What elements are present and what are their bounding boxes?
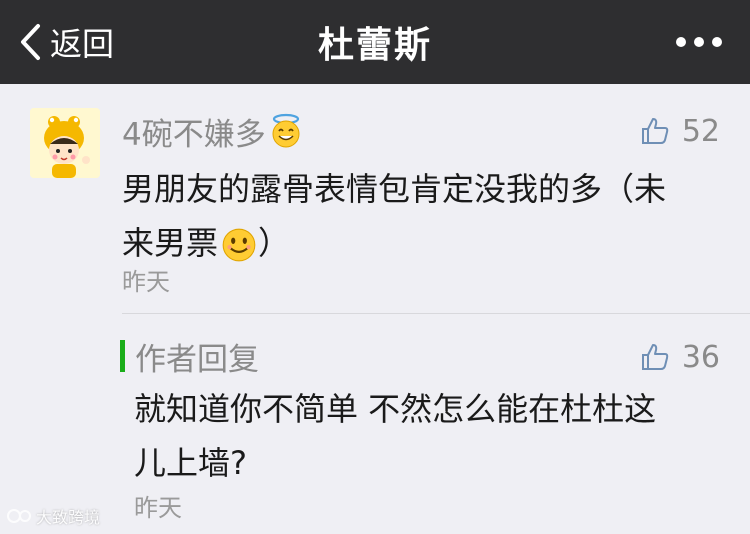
reply-like-count: 36 (681, 339, 720, 375)
reply-line: 儿上墙? (134, 444, 247, 482)
comment-line-text: 来男票 (122, 224, 219, 262)
reply-like-button[interactable]: 36 (640, 334, 720, 380)
comment-time: 昨天 (122, 268, 170, 296)
navbar: 返回 杜蕾斯 (0, 0, 750, 84)
avatar-illustration (30, 108, 100, 178)
watermark-logo-icon (7, 509, 31, 523)
avatar[interactable] (30, 108, 100, 178)
watermark: 大致跨境 (6, 504, 100, 528)
reply-text: 就知道你不简单 不然怎么能在杜杜这 儿上墙? (134, 382, 714, 490)
divider (122, 313, 750, 314)
page-title: 杜蕾斯 (317, 25, 432, 66)
comment-text: 男朋友的露骨表情包肯定没我的多（未 来男票 ） (122, 162, 712, 270)
halo-smile-emoji-icon (272, 113, 300, 148)
thumbs-up-icon (641, 344, 669, 370)
reply-label: 作者回复 (135, 341, 259, 378)
like-count: 52 (681, 113, 720, 149)
reply-time: 昨天 (134, 494, 182, 522)
author-reply-header: 作者回复 (120, 334, 259, 378)
more-dot (676, 37, 686, 47)
more-icon[interactable] (676, 0, 722, 84)
reply-accent-bar (120, 340, 125, 372)
comment-line: 来男票 ） (122, 216, 712, 270)
comment-line: 男朋友的露骨表情包肯定没我的多（未 (122, 170, 667, 208)
comment-author[interactable]: 4碗不嫌多 (122, 108, 304, 154)
comment-line-text: ） (258, 224, 291, 262)
smile-emoji-icon (222, 228, 256, 262)
reply-line: 就知道你不简单 不然怎么能在杜杜这 (134, 390, 657, 428)
nickname: 4碗不嫌多 (122, 116, 266, 153)
like-button[interactable]: 52 (640, 108, 720, 154)
watermark-text: 大致跨境 (36, 508, 101, 527)
more-dot (694, 37, 704, 47)
more-dot (712, 37, 722, 47)
thumbs-up-icon (641, 118, 669, 144)
